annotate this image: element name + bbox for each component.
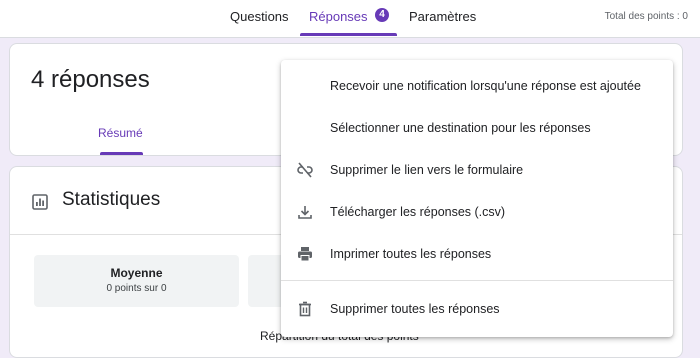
menu-divider [281, 280, 673, 281]
tab-summary[interactable]: Résumé [98, 126, 143, 140]
menu-item-label: Supprimer toutes les réponses [330, 302, 500, 316]
average-stat-box: Moyenne 0 points sur 0 [34, 255, 239, 307]
responses-count-badge: 4 [375, 8, 389, 22]
tab-settings[interactable]: Paramètres [409, 9, 476, 24]
menu-item-label: Télécharger les réponses (.csv) [330, 205, 506, 219]
menu-item-download-csv[interactable]: Télécharger les réponses (.csv) [281, 194, 673, 230]
response-count-title: 4 réponses [31, 66, 150, 93]
statistics-title: Statistiques [62, 189, 161, 210]
menu-item-delete-all[interactable]: Supprimer toutes les réponses [281, 291, 673, 327]
active-tab-indicator [300, 33, 397, 36]
menu-item-select-destination[interactable]: Sélectionner une destination pour les ré… [281, 110, 673, 146]
average-label: Moyenne [110, 266, 163, 280]
bar-chart-icon [32, 194, 48, 210]
total-points: Total des points : 0 [604, 11, 688, 22]
summary-tab-indicator [100, 152, 143, 155]
menu-item-print-all[interactable]: Imprimer toutes les réponses [281, 236, 673, 272]
tab-questions[interactable]: Questions [230, 9, 289, 24]
menu-item-notify[interactable]: Recevoir une notification lorsqu'une rép… [281, 68, 673, 104]
menu-item-label: Recevoir une notification lorsqu'une rép… [330, 79, 641, 93]
print-icon [296, 245, 314, 263]
tab-responses[interactable]: Réponses [309, 9, 368, 24]
menu-item-label: Supprimer le lien vers le formulaire [330, 163, 524, 177]
link-off-icon [296, 161, 314, 179]
responses-more-menu: Recevoir une notification lorsqu'une rép… [281, 60, 673, 337]
menu-item-label: Sélectionner une destination pour les ré… [330, 121, 591, 135]
download-icon [296, 203, 314, 221]
menu-item-unlink-form[interactable]: Supprimer le lien vers le formulaire [281, 152, 673, 188]
top-bar: Questions Réponses 4 Paramètres Total de… [0, 0, 700, 38]
trash-icon [296, 300, 314, 318]
menu-item-label: Imprimer toutes les réponses [330, 247, 492, 261]
average-value: 0 points sur 0 [106, 283, 167, 294]
